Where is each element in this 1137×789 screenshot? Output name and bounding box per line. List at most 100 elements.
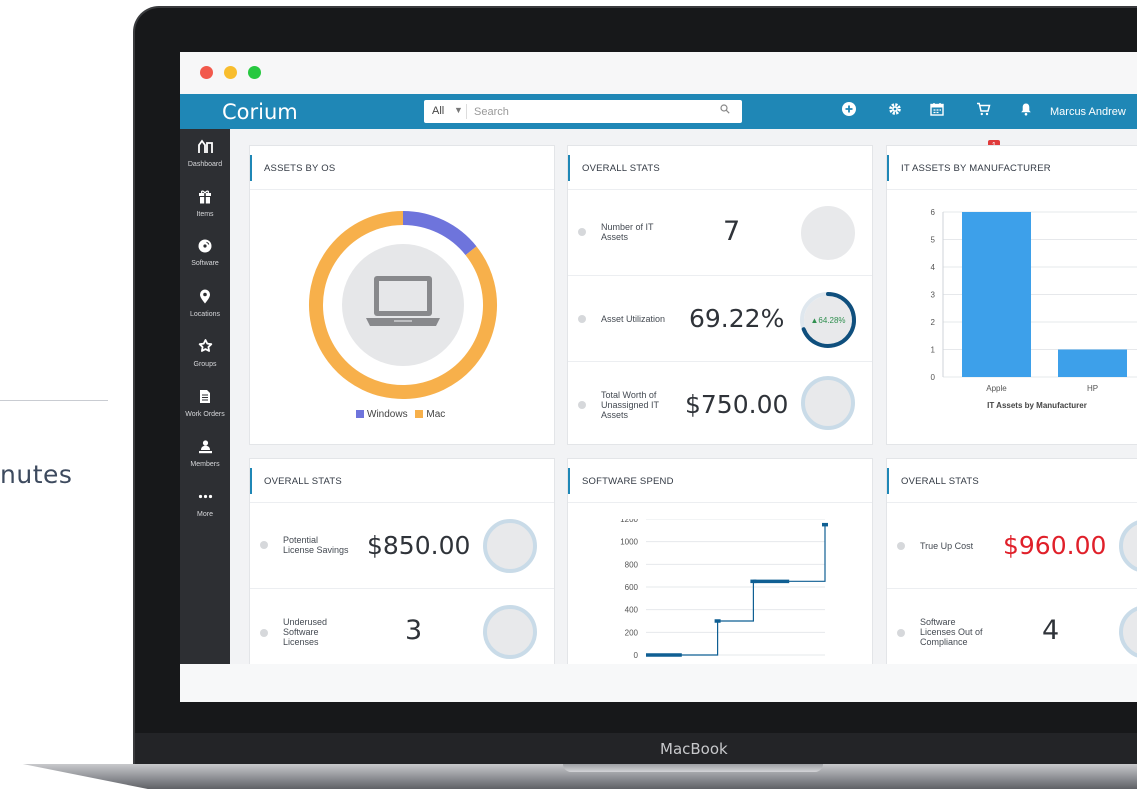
search-divider — [466, 104, 467, 119]
gauge-change-label: ▲64.28% — [810, 316, 845, 325]
software-spend-card: SOFTWARE SPEND 0 200 400 600 800 1000 1200 — [567, 458, 873, 678]
app-logo[interactable]: Corium — [222, 100, 298, 124]
sidebar-item-more[interactable]: More — [180, 489, 230, 518]
close-window-button[interactable] — [200, 66, 213, 79]
legend-label: Mac — [426, 409, 446, 420]
info-icon[interactable] — [260, 629, 268, 637]
utilization-gauge: ▲64.28% — [800, 292, 856, 348]
card-accent — [250, 468, 252, 494]
sidebar-item-work-orders[interactable]: Work Orders — [180, 389, 230, 418]
sidebar-item-items[interactable]: Items — [180, 189, 230, 218]
it-assets-by-manufacturer-card: IT ASSETS BY MANUFACTURER 0 1 2 3 4 5 6 Apple HP… — [886, 145, 1137, 445]
bell-icon[interactable] — [1020, 102, 1032, 120]
sidebar-item-label: More — [197, 511, 213, 518]
search-input[interactable] — [474, 103, 714, 120]
stat-ring — [483, 605, 537, 659]
info-icon[interactable] — [260, 541, 268, 549]
stat-value: $850.00 — [367, 531, 471, 560]
stat-ring — [483, 519, 537, 573]
card-header: OVERALL STATS — [887, 459, 1137, 503]
label-line: Software — [283, 627, 319, 637]
overall-stats-card-2: OVERALL STATS Potential License Savings $… — [249, 458, 555, 678]
y-tick-label: 6 — [931, 208, 936, 217]
laptop-hinge-notch — [563, 764, 823, 772]
user-name[interactable]: Marcus Andrew — [1050, 106, 1126, 118]
sidebar-item-software[interactable]: Software — [180, 239, 230, 267]
search-icon[interactable] — [720, 103, 730, 117]
add-circle-icon[interactable] — [842, 102, 856, 120]
more-icon — [180, 489, 230, 509]
card-header: IT ASSETS BY MANUFACTURER — [887, 146, 1137, 190]
sidebar-item-label: Software — [191, 260, 219, 267]
stat-value: 4 — [1042, 615, 1060, 646]
maximize-window-button[interactable] — [248, 66, 261, 79]
gear-icon[interactable] — [888, 102, 902, 120]
card-title: OVERALL STATS — [582, 163, 660, 174]
assets-by-os-card: ASSETS BY OS Windows Mac — [249, 145, 555, 445]
card-title: SOFTWARE SPEND — [582, 476, 674, 487]
map-pin-icon — [180, 289, 230, 309]
label-line: Assets — [601, 410, 629, 420]
minimize-window-button[interactable] — [224, 66, 237, 79]
cart-icon[interactable] — [976, 102, 991, 120]
windows-swatch — [356, 410, 364, 418]
x-tick-label: Apple — [986, 384, 1007, 393]
stat-row-true-up-cost: True Up Cost $960.00 — [887, 503, 1137, 589]
y-tick-label: 1000 — [620, 538, 638, 547]
info-icon[interactable] — [897, 542, 905, 550]
legend-item-windows: Windows — [356, 409, 408, 420]
legend-item-mac: Mac — [415, 409, 445, 420]
disc-icon — [180, 239, 230, 258]
spend-series-line — [646, 524, 826, 656]
y-tick-label: 1 — [931, 346, 936, 355]
sidebar-item-dashboard[interactable]: Dashboard — [180, 139, 230, 168]
os-legend: Windows Mac — [356, 409, 445, 420]
window-titlebar — [180, 52, 1137, 94]
info-icon[interactable] — [578, 228, 586, 236]
card-accent — [887, 155, 889, 181]
sidebar-item-members[interactable]: Members — [180, 439, 230, 468]
y-tick-label: 5 — [931, 236, 936, 245]
card-accent — [887, 468, 889, 494]
sidebar-item-groups[interactable]: Groups — [180, 339, 230, 368]
y-tick-label: 1200 — [620, 519, 638, 524]
stat-value: $750.00 — [685, 390, 789, 419]
label-line: Licenses — [283, 637, 319, 647]
background-caption: nutes — [0, 460, 73, 489]
card-header: OVERALL STATS — [250, 459, 554, 503]
y-tick-label: 800 — [625, 560, 639, 569]
mac-swatch — [415, 410, 424, 418]
sidebar-item-label: Items — [196, 211, 214, 218]
label-line: Number of IT — [601, 222, 654, 232]
y-tick-label: 200 — [625, 628, 639, 637]
software-spend-line-chart: 0 200 400 600 800 1000 1200 — [620, 519, 828, 660]
info-icon[interactable] — [578, 315, 586, 323]
chevron-down-icon[interactable]: ▼ — [454, 105, 463, 115]
search-scope-select[interactable]: All — [432, 105, 444, 117]
stat-label: Asset Utilization — [601, 314, 666, 324]
stat-label: True Up Cost — [920, 541, 974, 551]
y-tick-label: 3 — [931, 291, 936, 300]
stat-row-unassigned-worth: Total Worth of Unassigned IT Assets $750.0… — [568, 362, 872, 446]
laptop-icon — [366, 276, 440, 326]
members-icon — [180, 439, 230, 459]
stat-label: Total Worth of Unassigned IT Assets — [601, 390, 659, 420]
stat-value: 69.22% — [689, 304, 785, 333]
label-line: Total Worth of — [601, 390, 657, 400]
y-tick-label: 0 — [931, 373, 936, 382]
info-icon[interactable] — [578, 401, 586, 409]
label-line: Assets — [601, 232, 629, 242]
sidebar-item-label: Work Orders — [185, 411, 225, 418]
y-tick-label: 600 — [625, 583, 639, 592]
sidebar-item-label: Locations — [190, 311, 220, 318]
sidebar-item-locations[interactable]: Locations — [180, 289, 230, 318]
label-line: Potential — [283, 535, 319, 545]
card-title: OVERALL STATS — [264, 476, 342, 487]
card-header: SOFTWARE SPEND — [568, 459, 872, 503]
stat-value: 7 — [723, 216, 741, 247]
gift-icon — [180, 189, 230, 209]
calendar-icon[interactable] — [930, 102, 944, 120]
y-tick-label: 4 — [931, 263, 936, 272]
info-icon[interactable] — [897, 629, 905, 637]
stat-label: Underused Software Licenses — [283, 617, 327, 647]
